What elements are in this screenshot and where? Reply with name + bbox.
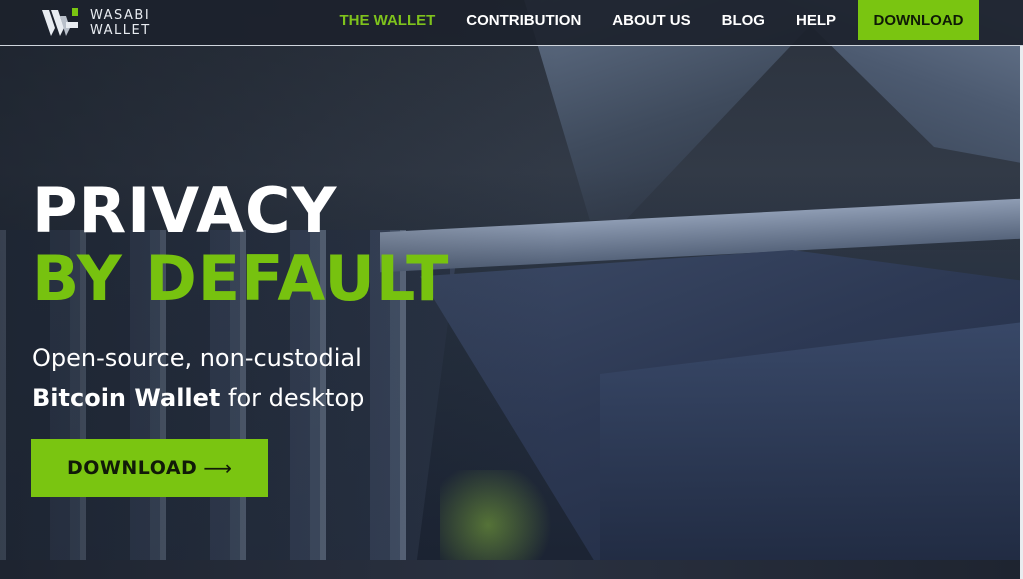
next-section-peek bbox=[0, 560, 1023, 579]
brand-wordmark: WASABI WALLET bbox=[90, 8, 151, 38]
hero-headline: PRIVACY BY DEFAULT bbox=[32, 178, 449, 314]
arrow-right-icon: ⟶ bbox=[203, 456, 232, 480]
hero-subtitle-bold: Bitcoin Wallet bbox=[32, 384, 221, 412]
hero-subtitle: Open-source, non-custodial Bitcoin Walle… bbox=[32, 338, 364, 418]
nav-item-help[interactable]: HELP bbox=[796, 12, 836, 29]
hero-title-line1: PRIVACY bbox=[32, 174, 338, 247]
brand-logo[interactable]: WASABI WALLET bbox=[42, 6, 151, 40]
brand-line2: WALLET bbox=[90, 23, 151, 38]
wasabi-logo-icon bbox=[42, 8, 78, 36]
hero-subtitle-line2: Bitcoin Wallet for desktop bbox=[32, 378, 364, 418]
nav-item-about-us[interactable]: ABOUT US bbox=[612, 12, 690, 29]
hero-subtitle-rest: for desktop bbox=[220, 384, 365, 412]
nav-links: THE WALLET CONTRIBUTION ABOUT US BLOG HE… bbox=[308, 0, 979, 40]
brand-line1: WASABI bbox=[90, 8, 151, 23]
nav-item-contribution[interactable]: CONTRIBUTION bbox=[466, 12, 581, 29]
nav-item-blog[interactable]: BLOG bbox=[722, 12, 765, 29]
top-navbar: WASABI WALLET THE WALLET CONTRIBUTION AB… bbox=[0, 0, 1023, 46]
hero-download-label: DOWNLOAD bbox=[66, 457, 198, 479]
nav-download-button[interactable]: DOWNLOAD bbox=[858, 0, 979, 40]
hero-subtitle-line1: Open-source, non-custodial bbox=[32, 344, 362, 372]
nav-item-the-wallet[interactable]: THE WALLET bbox=[339, 12, 435, 29]
hero-download-button[interactable]: DOWNLOAD ⟶ bbox=[31, 439, 268, 497]
hero-title-line2: BY DEFAULT bbox=[32, 242, 450, 315]
